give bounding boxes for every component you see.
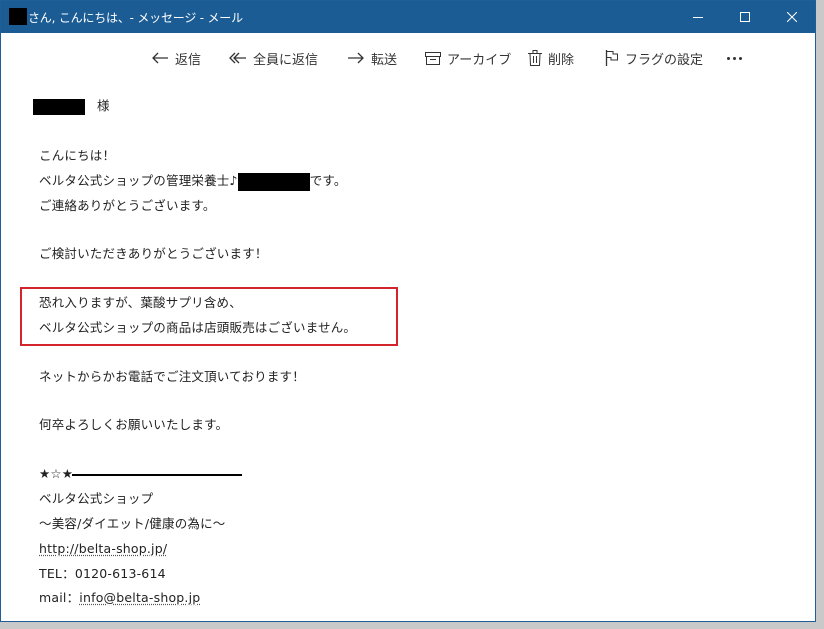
more-options-button[interactable]	[727, 47, 742, 69]
archive-button[interactable]: アーカイブ	[425, 47, 511, 69]
reply-all-button[interactable]: 全員に返信	[229, 47, 318, 69]
forward-label: 転送	[371, 52, 398, 68]
intro-before: ベルタ公式ショップの管理栄養士♪	[39, 173, 238, 188]
message-toolbar: 返信 全員に返信 転送 アーカイブ 削除 フラグの設定	[1, 41, 815, 75]
intro-line: ベルタ公式ショップの管理栄養士♪ です。	[39, 171, 347, 191]
signature-tagline: ～美容/ダイエット/健康の為に～	[39, 516, 226, 531]
online-order-line: ネットからかお電話でご注文頂いております！	[39, 369, 305, 384]
maximize-button[interactable]	[722, 1, 768, 33]
flag-button[interactable]: フラグの設定	[605, 47, 703, 69]
intro-after: です。	[309, 173, 347, 188]
close-icon	[787, 12, 797, 22]
shop-url-link[interactable]: http://belta-shop.jp/	[39, 541, 167, 556]
title-bar[interactable]: さん, こんにちは、- メッセージ - メール	[1, 1, 815, 33]
double-arrow-left-icon	[229, 52, 246, 64]
thanks-contact-line: ご連絡ありがとうございます。	[39, 198, 216, 213]
reply-all-label: 全員に返信	[253, 52, 319, 68]
signature-shop-name: ベルタ公式ショップ	[39, 491, 154, 506]
signature-rule	[72, 473, 243, 476]
flag-label: フラグの設定	[625, 52, 704, 68]
signature-stars: ★☆★	[39, 466, 74, 481]
mail-link[interactable]: info@belta-shop.jp	[79, 590, 200, 605]
arrow-right-icon	[348, 52, 364, 64]
arrow-left-icon	[152, 52, 168, 64]
mail-label: mail：	[39, 590, 80, 605]
signature-divider: ★☆★	[39, 464, 243, 484]
salutation-line: 様	[33, 96, 110, 116]
delete-label: 削除	[548, 52, 575, 68]
highlight-annotation-box	[20, 287, 398, 346]
minimize-button[interactable]	[675, 1, 721, 33]
delete-button[interactable]: 削除	[528, 47, 574, 69]
tel-number: 0120-613-614	[74, 566, 166, 581]
signature-mail-line: mail：info@belta-shop.jp	[39, 588, 200, 608]
flag-icon	[605, 50, 618, 66]
maximize-icon	[740, 12, 750, 22]
redacted-name	[9, 8, 27, 25]
signature-url-line: http://belta-shop.jp/	[39, 539, 167, 559]
trash-icon	[528, 50, 542, 66]
greeting-line: こんにちは！	[39, 148, 116, 163]
archive-icon	[425, 52, 441, 65]
reply-label: 返信	[175, 52, 202, 68]
ellipsis-icon	[727, 56, 730, 60]
minimize-icon	[693, 17, 703, 18]
mail-window: さん, こんにちは、- メッセージ - メール 返信 全員に返信 転送 アーカイ…	[0, 0, 816, 622]
signature-tel-line: TEL：0120-613-614	[39, 564, 166, 584]
reply-button[interactable]: 返信	[151, 47, 201, 69]
redacted-recipient	[33, 98, 85, 115]
redacted-staff-name	[237, 172, 310, 191]
archive-label: アーカイブ	[447, 52, 512, 68]
thanks-consider-line: ご検討いただきありがとうございます！	[39, 246, 268, 261]
salutation-suffix: 様	[97, 98, 110, 113]
closing-line: 何卒よろしくお願いいたします。	[39, 417, 229, 432]
close-button[interactable]	[769, 1, 815, 33]
forward-button[interactable]: 転送	[347, 47, 397, 69]
window-title: さん, こんにちは、- メッセージ - メール	[28, 11, 243, 25]
tel-label: TEL：	[39, 566, 75, 581]
